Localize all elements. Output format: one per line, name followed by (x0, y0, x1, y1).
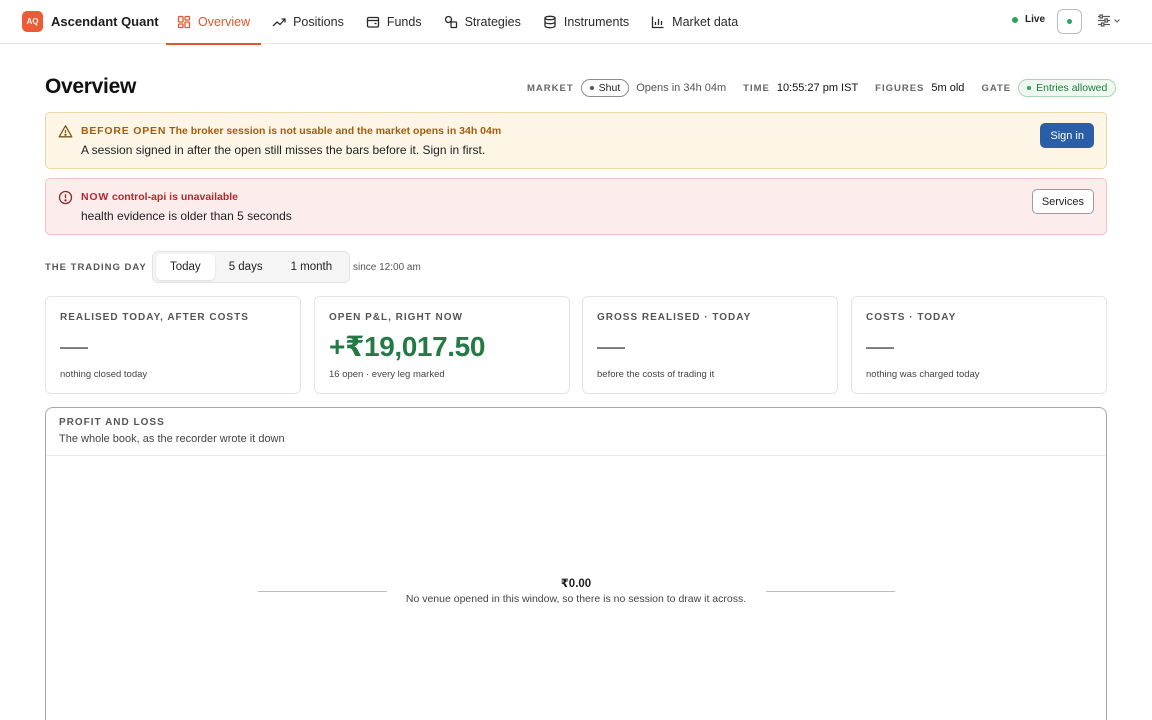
card-note: 16 open · every leg marked (329, 369, 445, 380)
display-settings-button[interactable] (1097, 14, 1121, 27)
nav-item-instruments[interactable]: Instruments (532, 0, 640, 44)
main-nav: Overview Positions Funds Strategies Inst… (166, 0, 749, 45)
sign-in-button[interactable]: Sign in (1040, 123, 1094, 148)
costs-today-card: COSTS · TODAY — nothing was charged toda… (851, 296, 1107, 394)
panel-subtitle: The whole book, as the recorder wrote it… (59, 433, 285, 445)
dashboard-icon (177, 15, 191, 29)
status-dot-icon (1067, 19, 1072, 24)
range-5-days-tab[interactable]: 5 days (215, 254, 277, 280)
market-meta-bar: MARKET Shut Opens in 34h 04m TIME 10:55:… (527, 78, 1117, 98)
alert-tag: BEFORE OPEN (81, 125, 167, 137)
pnl-baseline-right (766, 591, 895, 592)
panel-header: PROFIT AND LOSS The whole book, as the r… (46, 408, 1106, 456)
figures-label: FIGURES (875, 82, 925, 94)
card-value: — (866, 330, 894, 361)
alert-headline-text: control-api is unavailable (111, 191, 239, 203)
shapes-icon (444, 15, 458, 29)
warning-icon (58, 124, 73, 139)
gross-realised-card: GROSS REALISED · TODAY — before the cost… (582, 296, 838, 394)
card-label: COSTS · TODAY (866, 312, 957, 323)
nav-label: Funds (386, 15, 422, 29)
market-dot-icon (589, 86, 594, 90)
open-pnl-card: OPEN P&L, RIGHT NOW +₹19,017.50 16 open … (314, 296, 570, 394)
nav-item-strategies[interactable]: Strategies (433, 0, 532, 44)
pnl-baseline-left (258, 591, 387, 592)
gate-value: Entries allowed (1036, 82, 1108, 94)
time-value: 10:55:27 pm IST (776, 82, 859, 94)
gate-status-badge: Entries allowed (1018, 79, 1117, 97)
range-today-tab[interactable]: Today (156, 254, 215, 280)
market-label: MARKET (527, 82, 574, 94)
panel-title: PROFIT AND LOSS (59, 417, 165, 428)
pnl-value: ₹0.00 (560, 578, 592, 590)
brand[interactable]: AQ Ascendant Quant (22, 11, 159, 32)
card-note: before the costs of trading it (597, 369, 715, 380)
alert-tag: NOW (81, 191, 110, 203)
brand-logo: AQ (22, 11, 43, 32)
error-circle-icon (58, 190, 73, 205)
realised-today-card: REALISED TODAY, AFTER COSTS — nothing cl… (45, 296, 301, 394)
wallet-icon (366, 15, 380, 29)
trading-day-label: THE TRADING DAY (45, 262, 147, 273)
brand-name: Ascendant Quant (51, 14, 159, 29)
nav-label: Market data (672, 15, 739, 29)
range-1-month-tab[interactable]: 1 month (277, 254, 347, 280)
card-note: nothing closed today (60, 369, 148, 380)
pnl-empty-note: No venue opened in this window, so there… (405, 593, 747, 605)
top-bar: AQ Ascendant Quant Overview Positions Fu… (0, 0, 1152, 45)
card-label: REALISED TODAY, AFTER COSTS (60, 312, 249, 323)
nav-label: Strategies (464, 15, 521, 29)
page-title: Overview (45, 75, 136, 98)
market-state-badge: Shut (580, 79, 630, 97)
live-dot-icon (1012, 16, 1018, 23)
range-since-text: since 12:00 am (353, 262, 421, 273)
service-unavailable-alert: NOW control-api is unavailable health ev… (45, 178, 1107, 235)
sliders-icon (1097, 14, 1111, 27)
bar-chart-icon (651, 15, 665, 29)
nav-item-market-data[interactable]: Market data (640, 0, 749, 44)
profit-and-loss-panel: PROFIT AND LOSS The whole book, as the r… (45, 407, 1107, 720)
card-value: — (60, 330, 88, 361)
market-state-text: Shut (598, 82, 621, 94)
services-button[interactable]: Services (1031, 189, 1094, 214)
nav-label: Overview (198, 15, 251, 29)
card-label: OPEN P&L, RIGHT NOW (329, 312, 463, 323)
card-note: nothing was charged today (866, 369, 980, 380)
card-label: GROSS REALISED · TODAY (597, 312, 752, 323)
gate-label: GATE (981, 82, 1012, 94)
alert-headline-text: The broker session is not usable and the… (169, 125, 502, 137)
gate-dot-icon (1027, 86, 1032, 90)
alert-detail: A session signed in after the open still… (81, 143, 486, 157)
alert-headline: NOW control-api is unavailable (81, 191, 238, 203)
connection-status-button[interactable] (1057, 9, 1082, 34)
range-selector: Today 5 days 1 month (152, 251, 351, 283)
nav-label: Instruments (563, 15, 630, 29)
market-opens-text: Opens in 34h 04m (636, 82, 727, 94)
trend-up-icon (272, 15, 286, 29)
card-value: +₹19,017.50 (329, 331, 485, 362)
card-value: — (597, 330, 625, 361)
alert-detail: health evidence is older than 5 seconds (81, 209, 292, 223)
live-indicator: Live (1012, 14, 1045, 25)
nav-label: Positions (293, 15, 344, 29)
nav-item-positions[interactable]: Positions (261, 0, 355, 44)
before-open-alert: BEFORE OPEN The broker session is not us… (45, 112, 1107, 169)
database-icon (543, 15, 557, 29)
nav-item-funds[interactable]: Funds (355, 0, 433, 44)
time-label: TIME (743, 82, 770, 94)
nav-item-overview[interactable]: Overview (166, 0, 262, 45)
chevron-down-icon (1113, 17, 1121, 25)
live-label: Live (1025, 14, 1046, 25)
alert-headline: BEFORE OPEN The broker session is not us… (81, 125, 501, 137)
figures-value: 5m old (931, 82, 965, 94)
